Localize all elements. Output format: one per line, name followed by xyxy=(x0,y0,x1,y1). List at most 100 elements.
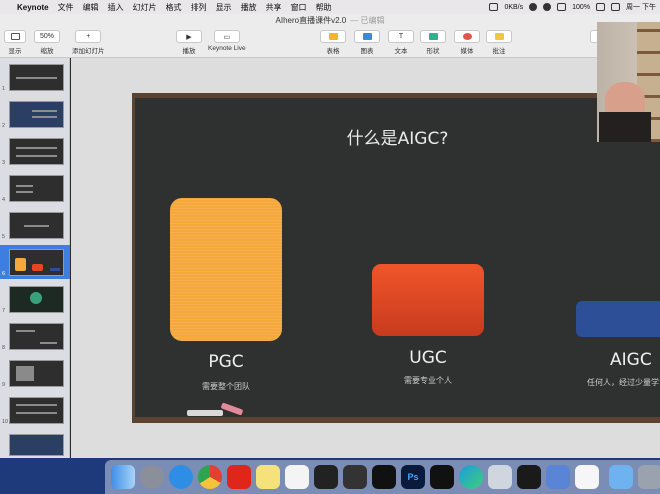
table-icon xyxy=(328,33,338,40)
menu-insert[interactable]: 插入 xyxy=(108,2,124,13)
slide-thumb-6-selected[interactable]: 6 xyxy=(0,245,70,279)
status-app-icon[interactable] xyxy=(489,3,499,11)
edge-icon[interactable] xyxy=(459,465,483,489)
slide-thumb-9[interactable]: 9 xyxy=(0,356,70,390)
menu-share[interactable]: 共享 xyxy=(266,2,282,13)
shape-label: 形状 xyxy=(426,48,440,55)
slide-thumb-3[interactable]: 3 xyxy=(0,134,70,168)
slide-thumb-8[interactable]: 8 xyxy=(0,319,70,353)
slide-number: 1 xyxy=(2,86,6,92)
slide-thumb-10[interactable]: 10 xyxy=(0,393,70,427)
slide-number: 3 xyxy=(2,160,6,166)
menu-edit[interactable]: 编辑 xyxy=(83,2,99,13)
slide-thumb-11[interactable] xyxy=(0,430,70,456)
folder-icon[interactable] xyxy=(609,465,633,489)
terminal2-icon[interactable] xyxy=(343,465,367,489)
keynote-live-icon: ▭ xyxy=(213,30,240,43)
chart-icon xyxy=(362,33,372,40)
sidebar-view-icon xyxy=(10,33,20,40)
launchpad-icon[interactable] xyxy=(140,465,164,489)
toolbar: 显示 50% 缩放 + 添加幻灯片 ▶ 播放 ▭ Keynote Live 表格… xyxy=(0,28,660,58)
add-slide-button[interactable]: + 添加幻灯片 xyxy=(72,30,105,55)
net-speed: 0KB/s xyxy=(504,3,524,11)
zoom-control[interactable]: 50% 缩放 xyxy=(34,30,60,55)
pgc-card[interactable] xyxy=(170,198,282,341)
slide-thumbnail xyxy=(9,175,64,202)
media-button[interactable]: 媒体 xyxy=(454,30,480,55)
airplay-icon[interactable] xyxy=(557,3,567,11)
slide-thumbnail xyxy=(9,434,64,456)
menu-view[interactable]: 显示 xyxy=(216,2,232,13)
slide-thumb-1[interactable]: 1 xyxy=(0,60,70,94)
slide-thumbnail xyxy=(9,212,64,239)
slide-thumbnail xyxy=(9,64,64,91)
slide-title[interactable]: 什么是AIGC? xyxy=(135,124,660,149)
menu-app-name[interactable]: Keynote xyxy=(17,3,49,12)
slide-thumb-2[interactable]: 2 xyxy=(0,97,70,131)
slide-thumbnail xyxy=(9,101,64,128)
menu-play[interactable]: 播放 xyxy=(241,2,257,13)
slide-thumbnail xyxy=(9,286,64,313)
menu-file[interactable]: 文件 xyxy=(58,2,74,13)
plus-icon: + xyxy=(75,30,102,43)
pgc-subtitle[interactable]: 需要整个团队 xyxy=(170,381,282,392)
clock[interactable]: 周一 下午 xyxy=(626,2,656,12)
ugc-card[interactable] xyxy=(372,264,484,336)
photoshop-icon[interactable]: Ps xyxy=(401,465,425,489)
acrobat-icon[interactable] xyxy=(227,465,251,489)
chrome-icon[interactable] xyxy=(198,465,222,489)
input-source-icon[interactable] xyxy=(611,3,621,11)
slide-thumb-7[interactable]: 7 xyxy=(0,282,70,316)
slide-thumb-4[interactable]: 4 xyxy=(0,171,70,205)
piano-icon[interactable] xyxy=(517,465,541,489)
bluetooth-icon[interactable] xyxy=(529,3,538,11)
slide-thumbnail xyxy=(9,249,64,276)
menu-window[interactable]: 窗口 xyxy=(291,2,307,13)
current-slide[interactable]: 什么是AIGC? PGC 需要整个团队 UGC 需要专业个人 AIGC 任何人，… xyxy=(132,93,660,423)
zoom-value[interactable]: 50% xyxy=(34,30,60,43)
finder-icon[interactable] xyxy=(111,465,135,489)
menu-help[interactable]: 帮助 xyxy=(316,2,332,13)
view-button[interactable]: 显示 xyxy=(4,30,26,55)
aigc-card[interactable] xyxy=(576,301,660,337)
rocket-icon[interactable] xyxy=(488,465,512,489)
menu-format[interactable]: 格式 xyxy=(166,2,182,13)
wifi-icon[interactable] xyxy=(543,3,552,11)
keynote-live-button[interactable]: ▭ Keynote Live xyxy=(208,30,246,52)
play-icon: ▶ xyxy=(176,30,202,43)
menu-arrange[interactable]: 排列 xyxy=(191,2,207,13)
slide-thumbnail xyxy=(9,360,64,387)
table-button[interactable]: 表格 xyxy=(320,30,346,55)
notes-icon[interactable] xyxy=(256,465,280,489)
chalk-pink xyxy=(220,402,244,416)
calendar-icon[interactable] xyxy=(285,465,309,489)
aigc-subtitle[interactable]: 任何人，经过少量学 xyxy=(587,377,660,388)
slide-number: 5 xyxy=(2,234,6,240)
pgc-label[interactable]: PGC xyxy=(170,352,282,372)
safari-icon[interactable] xyxy=(169,465,193,489)
terminal-icon[interactable] xyxy=(314,465,338,489)
tiktok-icon[interactable] xyxy=(430,465,454,489)
capcut-icon[interactable] xyxy=(372,465,396,489)
text-button[interactable]: T 文本 xyxy=(388,30,414,55)
comment-button[interactable]: 批注 xyxy=(486,30,512,55)
chart-button[interactable]: 图表 xyxy=(354,30,380,55)
cloud-icon[interactable] xyxy=(575,465,599,489)
trash-icon[interactable] xyxy=(638,465,660,489)
table-label: 表格 xyxy=(326,48,340,55)
view-label: 显示 xyxy=(8,48,22,55)
battery-icon[interactable] xyxy=(596,3,606,11)
battery-percent: 100% xyxy=(572,3,591,11)
screen-icon[interactable] xyxy=(546,465,570,489)
slide-number: 8 xyxy=(2,345,6,351)
shape-button[interactable]: 形状 xyxy=(420,30,446,55)
slide-thumbnail xyxy=(9,397,64,424)
slide-thumb-5[interactable]: 5 xyxy=(0,208,70,242)
ugc-subtitle[interactable]: 需要专业个人 xyxy=(372,375,484,386)
edited-indicator[interactable]: — 已编辑 xyxy=(350,16,384,25)
menu-slide[interactable]: 幻灯片 xyxy=(133,2,157,13)
media-label: 媒体 xyxy=(460,48,474,55)
ugc-label[interactable]: UGC xyxy=(372,348,484,368)
play-button[interactable]: ▶ 播放 xyxy=(176,30,202,55)
aigc-label[interactable]: AIGC xyxy=(576,350,660,370)
